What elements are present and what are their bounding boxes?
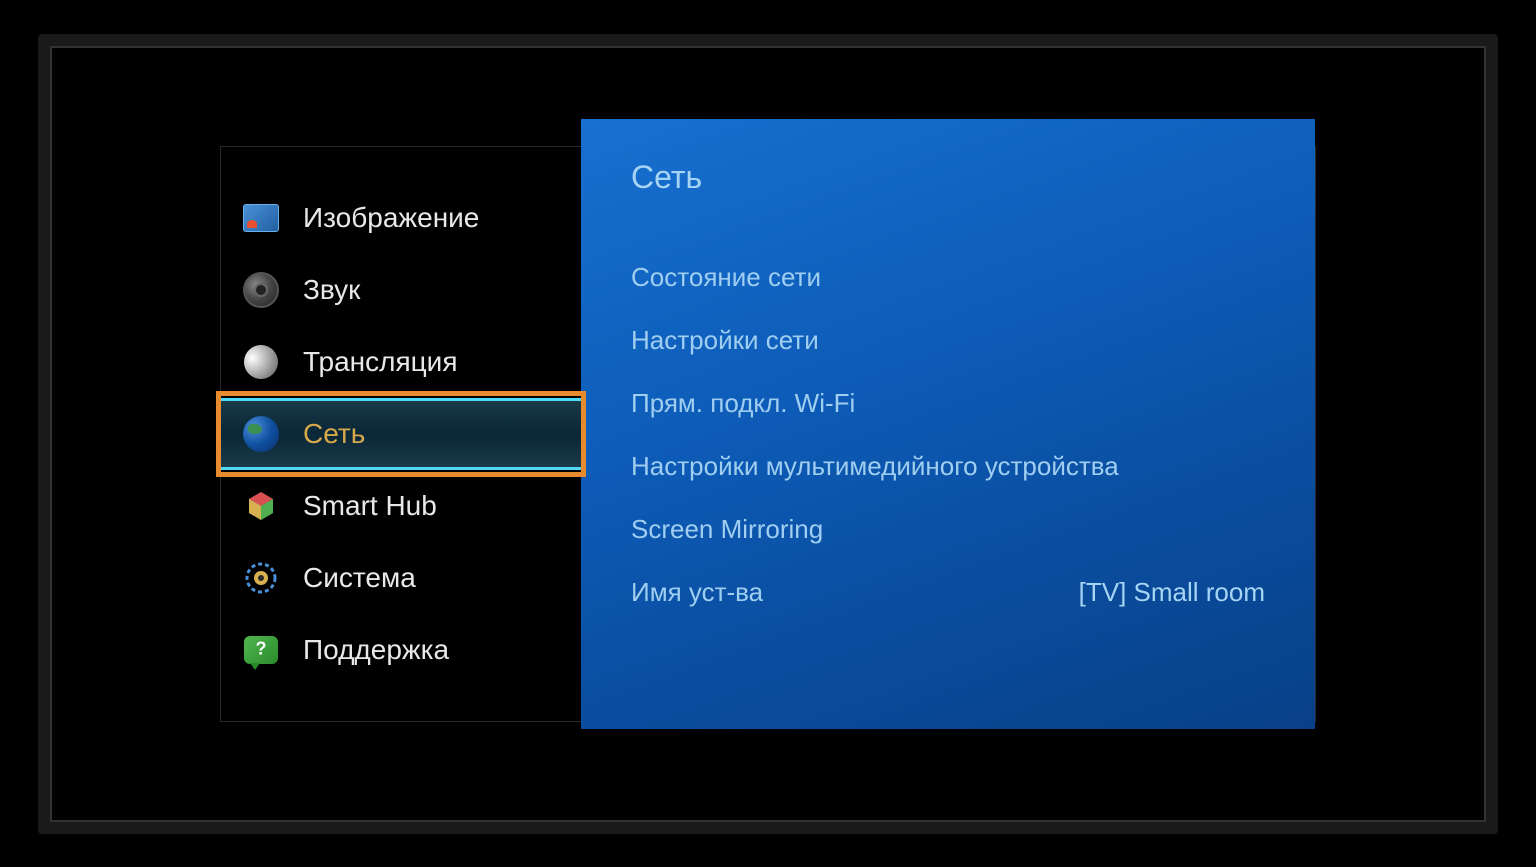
sidebar-item-support[interactable]: Поддержка [221,614,581,686]
sound-icon [241,270,281,310]
sidebar-item-sound[interactable]: Звук [221,254,581,326]
sidebar-item-system[interactable]: Система [221,542,581,614]
panel-item-screen-mirroring[interactable]: Screen Mirroring [631,498,1265,561]
sidebar-item-label: Поддержка [303,634,449,666]
device-name-value: [TV] Small room [1079,577,1265,608]
sidebar-item-label: Система [303,562,416,594]
panel-item-multimedia-device-settings[interactable]: Настройки мультимедийного устройства [631,435,1265,498]
settings-sidebar: Изображение Звук Трансляция Сеть [221,147,581,721]
panel-item-label: Состояние сети [631,262,821,293]
sidebar-item-label: Сеть [303,418,365,450]
sidebar-item-label: Звук [303,274,360,306]
panel-item-device-name[interactable]: Имя уст-ва [TV] Small room [631,561,1265,624]
panel-item-wifi-direct[interactable]: Прям. подкл. Wi-Fi [631,372,1265,435]
sidebar-item-network[interactable]: Сеть [221,398,581,470]
picture-icon [241,198,281,238]
sidebar-item-broadcast[interactable]: Трансляция [221,326,581,398]
smarthub-icon [241,486,281,526]
tv-frame: Изображение Звук Трансляция Сеть [38,34,1498,834]
network-settings-panel: Сеть Состояние сети Настройки сети Прям.… [581,119,1315,729]
sidebar-item-smarthub[interactable]: Smart Hub [221,470,581,542]
panel-item-label: Прям. подкл. Wi-Fi [631,388,855,419]
sidebar-item-label: Smart Hub [303,490,437,522]
panel-item-label: Настройки сети [631,325,819,356]
panel-item-network-status[interactable]: Состояние сети [631,246,1265,309]
panel-item-label: Настройки мультимедийного устройства [631,451,1119,482]
support-icon [241,630,281,670]
broadcast-icon [241,342,281,382]
panel-item-network-settings[interactable]: Настройки сети [631,309,1265,372]
sidebar-item-picture[interactable]: Изображение [221,182,581,254]
panel-item-label: Screen Mirroring [631,514,823,545]
panel-title: Сеть [631,159,1265,196]
system-icon [241,558,281,598]
sidebar-item-label: Трансляция [303,346,457,378]
sidebar-item-label: Изображение [303,202,479,234]
panel-item-label: Имя уст-ва [631,577,763,608]
network-icon [241,414,281,454]
tv-screen: Изображение Звук Трансляция Сеть [85,81,1451,787]
settings-menu: Изображение Звук Трансляция Сеть [220,146,1316,722]
